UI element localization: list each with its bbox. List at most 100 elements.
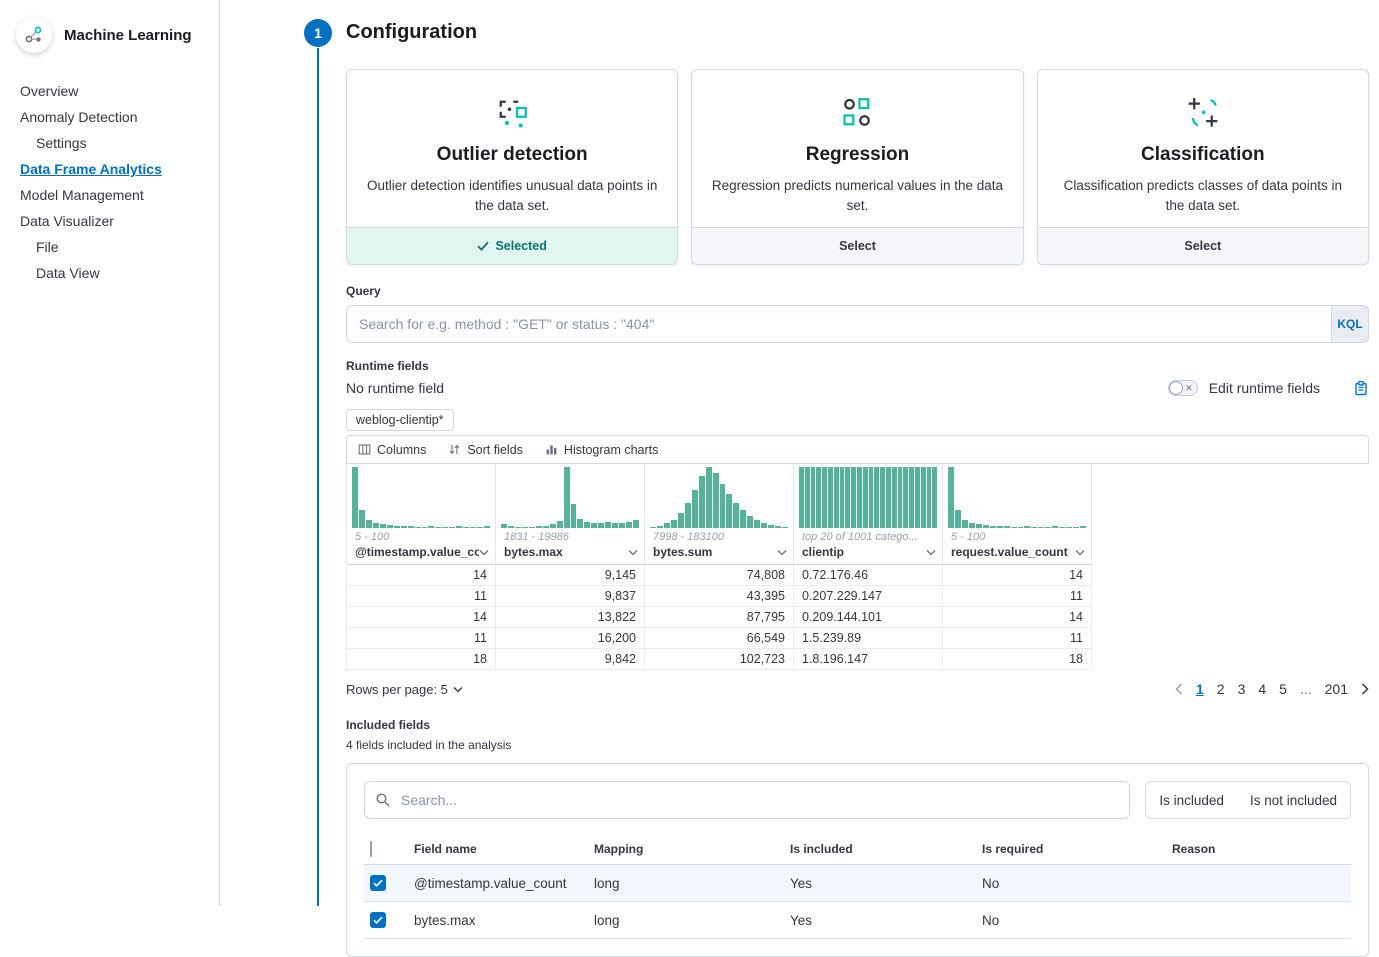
- grid-cell[interactable]: 0.207.229.147: [794, 586, 943, 607]
- grid-cell[interactable]: 74,808: [645, 565, 794, 586]
- chevron-down-icon: [926, 549, 936, 556]
- sidebar-item-file[interactable]: File: [20, 234, 219, 260]
- histogram-charts-button[interactable]: Histogram charts: [545, 443, 658, 457]
- page-button-last[interactable]: 201: [1325, 681, 1348, 697]
- app-header: Machine Learning: [0, 0, 219, 70]
- row-checkbox[interactable]: [370, 875, 386, 891]
- chevron-left-icon[interactable]: [1175, 683, 1183, 695]
- column-header-button[interactable]: bytes.sum: [645, 543, 793, 565]
- sidebar-item-data-visualizer[interactable]: Data Visualizer: [20, 208, 219, 234]
- chevron-down-icon: [1075, 549, 1085, 556]
- card-body: Outlier detection Outlier detection iden…: [347, 70, 677, 227]
- is-not-included-filter-button[interactable]: Is not included: [1237, 782, 1350, 818]
- column-header-button[interactable]: request.value_count: [943, 543, 1091, 565]
- sidebar-item-data-view[interactable]: Data View: [20, 260, 219, 286]
- is-included-cell: Yes: [784, 913, 976, 928]
- card-outlier-detection[interactable]: Outlier detection Outlier detection iden…: [346, 69, 678, 265]
- rows-per-page-button[interactable]: Rows per page: 5: [346, 682, 463, 697]
- sort-icon: [448, 443, 461, 456]
- outlier-detection-selected-button[interactable]: Selected: [347, 227, 677, 264]
- mapping-cell: long: [588, 876, 784, 891]
- preview-data-grid: 5 - 100 @timestamp.value_cou 1831 - 1998…: [346, 464, 1369, 670]
- card-footer-label: Selected: [495, 239, 546, 253]
- page-button-2[interactable]: 2: [1217, 681, 1225, 697]
- page-button-3[interactable]: 3: [1238, 681, 1246, 697]
- grid-cell[interactable]: 0.72.176.46: [794, 565, 943, 586]
- grid-cell[interactable]: 13,822: [496, 607, 645, 628]
- grid-cell[interactable]: 9,837: [496, 586, 645, 607]
- grid-cell[interactable]: 16,200: [496, 628, 645, 649]
- query-bar: KQL: [346, 305, 1369, 343]
- regression-select-button[interactable]: Select: [692, 227, 1022, 264]
- grid-cell[interactable]: 1.8.196.147: [794, 649, 943, 670]
- column-header-button[interactable]: bytes.max: [496, 543, 644, 565]
- grid-toolbar: Columns Sort fields Histogram charts: [346, 435, 1369, 464]
- is-included-filter-button[interactable]: Is included: [1146, 782, 1237, 818]
- field-name-cell: bytes.max: [408, 913, 588, 928]
- regression-icon: [710, 90, 1004, 136]
- chevron-right-icon[interactable]: [1361, 683, 1369, 695]
- main-area: 1 Configuration Outlier detec: [220, 0, 1379, 906]
- page-button-1[interactable]: 1: [1196, 681, 1204, 697]
- source-index-badge: weblog-clientip*: [346, 409, 454, 431]
- grid-cell[interactable]: 9,842: [496, 649, 645, 670]
- column-name: @timestamp.value_cou: [355, 545, 479, 559]
- grid-cell[interactable]: 87,795: [645, 607, 794, 628]
- columns-button[interactable]: Columns: [358, 443, 426, 457]
- query-input[interactable]: [346, 305, 1332, 343]
- edit-runtime-fields-toggle[interactable]: ✕: [1168, 380, 1198, 396]
- grid-cell[interactable]: 11: [943, 586, 1092, 607]
- sort-fields-button[interactable]: Sort fields: [448, 443, 523, 457]
- fields-search: [364, 781, 1130, 819]
- sidebar-item-settings[interactable]: Settings: [20, 130, 219, 156]
- grid-pagination: Rows per page: 5 1 2 3 4 5 ... 201: [346, 681, 1369, 697]
- grid-cell[interactable]: 14: [943, 607, 1092, 628]
- grid-cell[interactable]: 14: [347, 607, 496, 628]
- toggle-off-x-icon: ✕: [1185, 382, 1193, 395]
- sidebar-item-anomaly-detection[interactable]: Anomaly Detection: [20, 104, 219, 130]
- histogram-chart: [645, 464, 793, 528]
- runtime-fields-label: Runtime fields: [346, 359, 1369, 373]
- grid-cell[interactable]: 0.209.144.101: [794, 607, 943, 628]
- column-header-button[interactable]: @timestamp.value_cou: [347, 543, 495, 565]
- card-footer-label: Select: [1184, 239, 1221, 253]
- grid-cell[interactable]: 66,549: [645, 628, 794, 649]
- fields-search-input[interactable]: [364, 781, 1130, 819]
- included-fields-summary: 4 fields included in the analysis: [346, 738, 1369, 752]
- step-number-badge: 1: [304, 19, 332, 47]
- column-header-button[interactable]: clientip: [794, 543, 942, 565]
- grid-cell[interactable]: 43,395: [645, 586, 794, 607]
- histogram-charts-button-label: Histogram charts: [564, 443, 658, 457]
- select-all-checkbox[interactable]: [370, 841, 372, 857]
- column-header-timestamp-value-count: 5 - 100 @timestamp.value_cou: [347, 464, 496, 565]
- grid-cell[interactable]: 11: [347, 628, 496, 649]
- toggle-thumb: [1169, 381, 1183, 395]
- grid-cell[interactable]: 102,723: [645, 649, 794, 670]
- page-button-4[interactable]: 4: [1258, 681, 1266, 697]
- grid-cell[interactable]: 11: [347, 586, 496, 607]
- grid-cell[interactable]: 18: [943, 649, 1092, 670]
- runtime-fields-row: No runtime field ✕ Edit runtime fields: [346, 380, 1369, 396]
- sidebar-item-data-frame-analytics[interactable]: Data Frame Analytics: [20, 156, 219, 182]
- query-language-button[interactable]: KQL: [1332, 305, 1369, 343]
- grid-cell[interactable]: 11: [943, 628, 1092, 649]
- step-progress-line: [317, 48, 319, 906]
- sidebar-item-overview[interactable]: Overview: [20, 78, 219, 104]
- page-ellipsis: ...: [1300, 681, 1312, 697]
- card-classification[interactable]: Classification Classification predicts c…: [1037, 69, 1369, 265]
- row-checkbox[interactable]: [370, 912, 386, 928]
- grid-cell[interactable]: 1.5.239.89: [794, 628, 943, 649]
- classification-select-button[interactable]: Select: [1038, 227, 1368, 264]
- copy-icon[interactable]: [1353, 380, 1369, 396]
- grid-cell[interactable]: 18: [347, 649, 496, 670]
- page-button-5[interactable]: 5: [1279, 681, 1287, 697]
- grid-cell[interactable]: 9,145: [496, 565, 645, 586]
- grid-cell[interactable]: 14: [943, 565, 1092, 586]
- card-regression[interactable]: Regression Regression predicts numerical…: [691, 69, 1023, 265]
- sort-fields-button-label: Sort fields: [467, 443, 523, 457]
- sidebar-item-model-management[interactable]: Model Management: [20, 182, 219, 208]
- field-name-cell: @timestamp.value_count: [408, 876, 588, 891]
- grid-cell[interactable]: 14: [347, 565, 496, 586]
- column-header-mapping: Mapping: [588, 842, 784, 856]
- histogram-chart: [496, 464, 644, 528]
